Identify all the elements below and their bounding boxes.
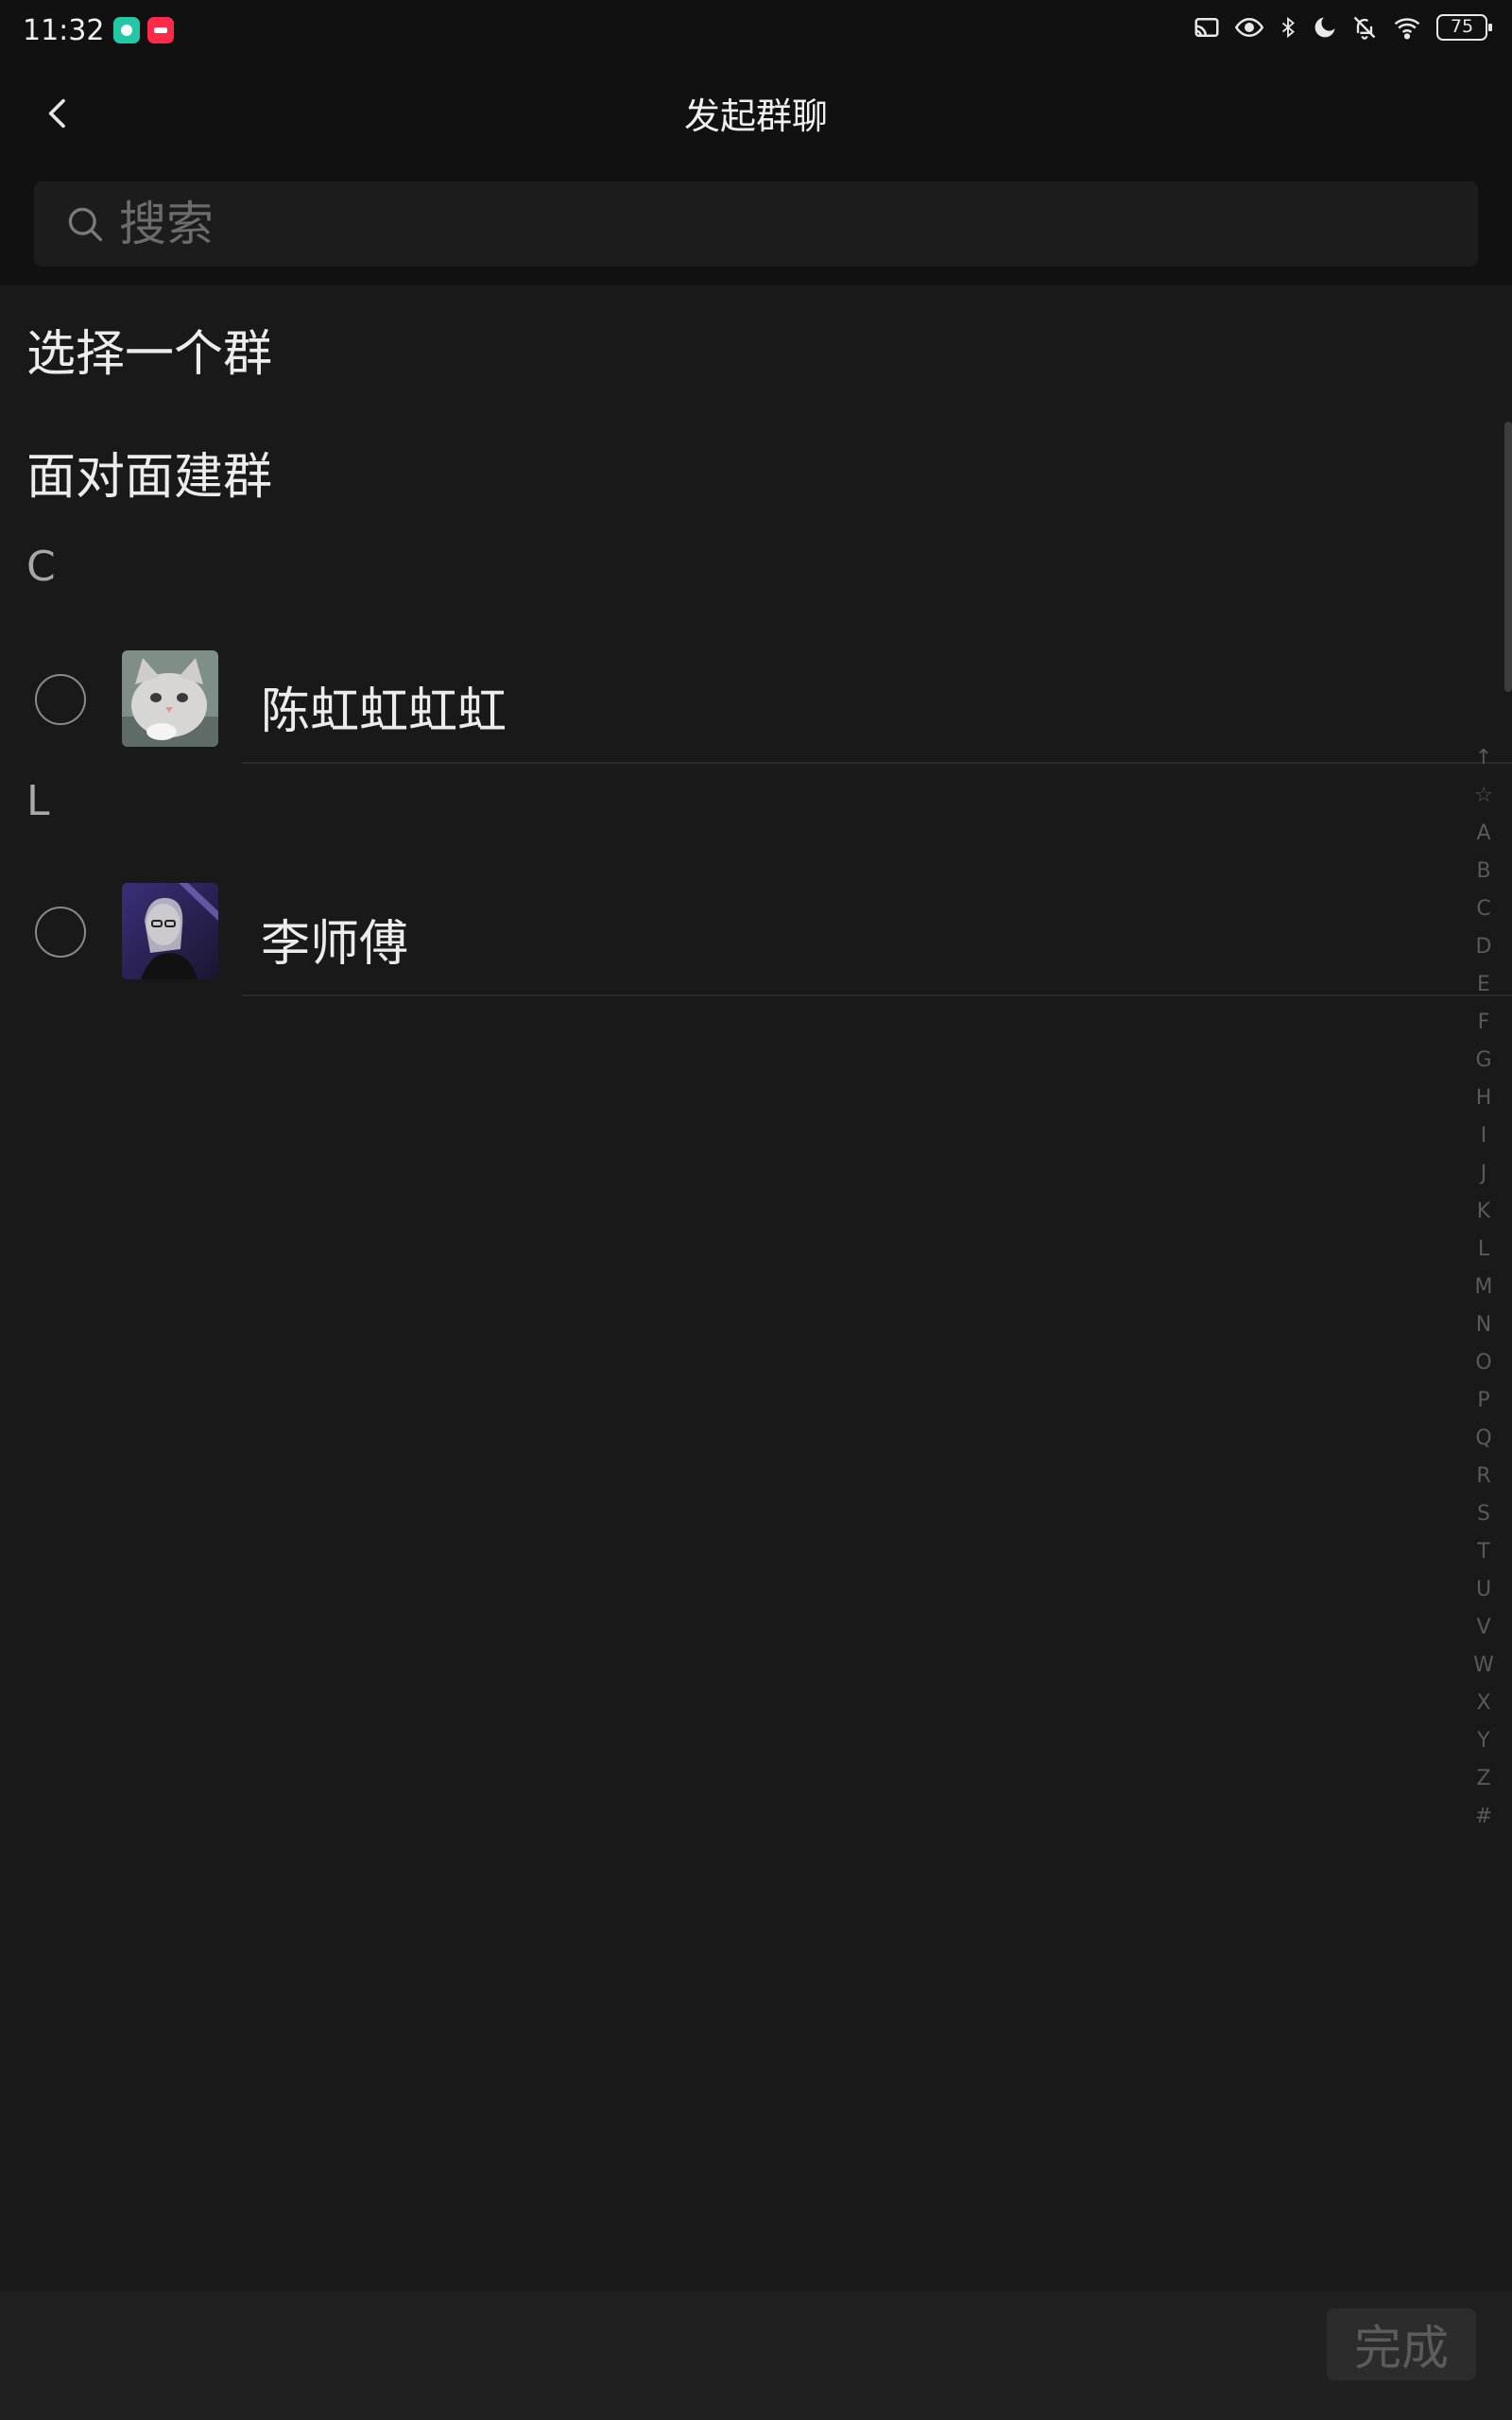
- index-letter[interactable]: K: [1477, 1193, 1490, 1231]
- index-letter[interactable]: Y: [1477, 1722, 1489, 1760]
- bluetooth-icon: [1281, 16, 1295, 39]
- index-letter[interactable]: H: [1476, 1080, 1492, 1117]
- index-letter[interactable]: L: [1478, 1231, 1489, 1269]
- contact-name: 李师傅: [261, 916, 409, 973]
- row-divider: [242, 994, 1512, 996]
- battery-indicator: 75: [1436, 14, 1492, 41]
- face-to-face-group-option[interactable]: 面对面建群: [26, 437, 272, 508]
- index-letter[interactable]: N: [1476, 1306, 1491, 1344]
- contact-select-radio[interactable]: [35, 907, 86, 958]
- status-time: 11:32: [23, 13, 105, 47]
- search-area: [0, 166, 1512, 285]
- status-icons: 75: [1193, 13, 1492, 42]
- nav-bar: 发起群聊: [0, 60, 1512, 166]
- index-letter[interactable]: P: [1477, 1382, 1489, 1420]
- index-letter[interactable]: #: [1475, 1798, 1492, 1836]
- moon-icon: [1314, 17, 1335, 38]
- index-letter[interactable]: X: [1476, 1685, 1490, 1722]
- index-letter[interactable]: R: [1476, 1458, 1490, 1495]
- eye-icon: [1234, 17, 1264, 38]
- index-letter[interactable]: W: [1473, 1647, 1494, 1685]
- index-letter[interactable]: C: [1476, 890, 1490, 928]
- index-letter[interactable]: V: [1476, 1609, 1490, 1647]
- index-letter[interactable]: E: [1477, 966, 1490, 1004]
- done-button[interactable]: 完成: [1327, 2308, 1476, 2380]
- index-letter[interactable]: I: [1481, 1117, 1487, 1155]
- index-letter[interactable]: D: [1476, 928, 1492, 966]
- cat-avatar: [122, 650, 218, 747]
- index-letter[interactable]: G: [1475, 1042, 1491, 1080]
- contact-row[interactable]: 陈虹虹虹虹: [0, 630, 1512, 764]
- search-input[interactable]: [119, 197, 1478, 251]
- index-letter[interactable]: J: [1481, 1155, 1487, 1193]
- index-letter[interactable]: B: [1476, 853, 1490, 890]
- index-letter[interactable]: S: [1477, 1495, 1490, 1533]
- contact-select-radio[interactable]: [35, 674, 86, 725]
- index-letter[interactable]: T: [1477, 1533, 1489, 1571]
- search-icon: [68, 207, 103, 242]
- page-title: 发起群聊: [683, 95, 828, 137]
- wifi-icon: [1394, 18, 1420, 40]
- contact-row[interactable]: 李师傅: [0, 862, 1512, 996]
- contact-name: 陈虹虹虹虹: [261, 683, 507, 740]
- index-letter[interactable]: M: [1475, 1269, 1493, 1306]
- status-bar: 11:32 75: [0, 0, 1512, 60]
- search-box[interactable]: [34, 182, 1478, 267]
- cast-icon: [1194, 18, 1219, 37]
- index-letter[interactable]: Z: [1476, 1760, 1490, 1798]
- scrollbar-thumb[interactable]: [1504, 422, 1512, 692]
- index-letter[interactable]: A: [1476, 815, 1490, 853]
- index-letter[interactable]: O: [1475, 1344, 1491, 1382]
- row-divider: [242, 762, 1512, 764]
- screen: 11:32 75 发起群聊 搜索 选择一个群 面对面建群 C 陈虹虹虹虹 L 李…: [0, 0, 1512, 2420]
- index-letter[interactable]: F: [1478, 1004, 1490, 1042]
- bottom-bar: 完成: [0, 2291, 1512, 2420]
- bell-off-icon: [1353, 16, 1376, 40]
- select-group-option[interactable]: 选择一个群: [26, 314, 272, 385]
- index-letter[interactable]: U: [1476, 1571, 1491, 1609]
- section-header-l: L: [26, 777, 50, 825]
- index-letter[interactable]: Q: [1475, 1420, 1491, 1458]
- alphabet-index-bar[interactable]: ↑ ☆ A B C D E F G H I J K L M N O P Q R S T U V W X Y Z #: [1469, 739, 1499, 1836]
- index-letter[interactable]: ↑: [1475, 739, 1492, 777]
- section-header-c: C: [26, 543, 56, 591]
- person-avatar: [122, 883, 218, 979]
- app-badge-green: [113, 17, 141, 43]
- index-letter[interactable]: ☆: [1474, 777, 1493, 815]
- app-badge-red: [147, 17, 175, 43]
